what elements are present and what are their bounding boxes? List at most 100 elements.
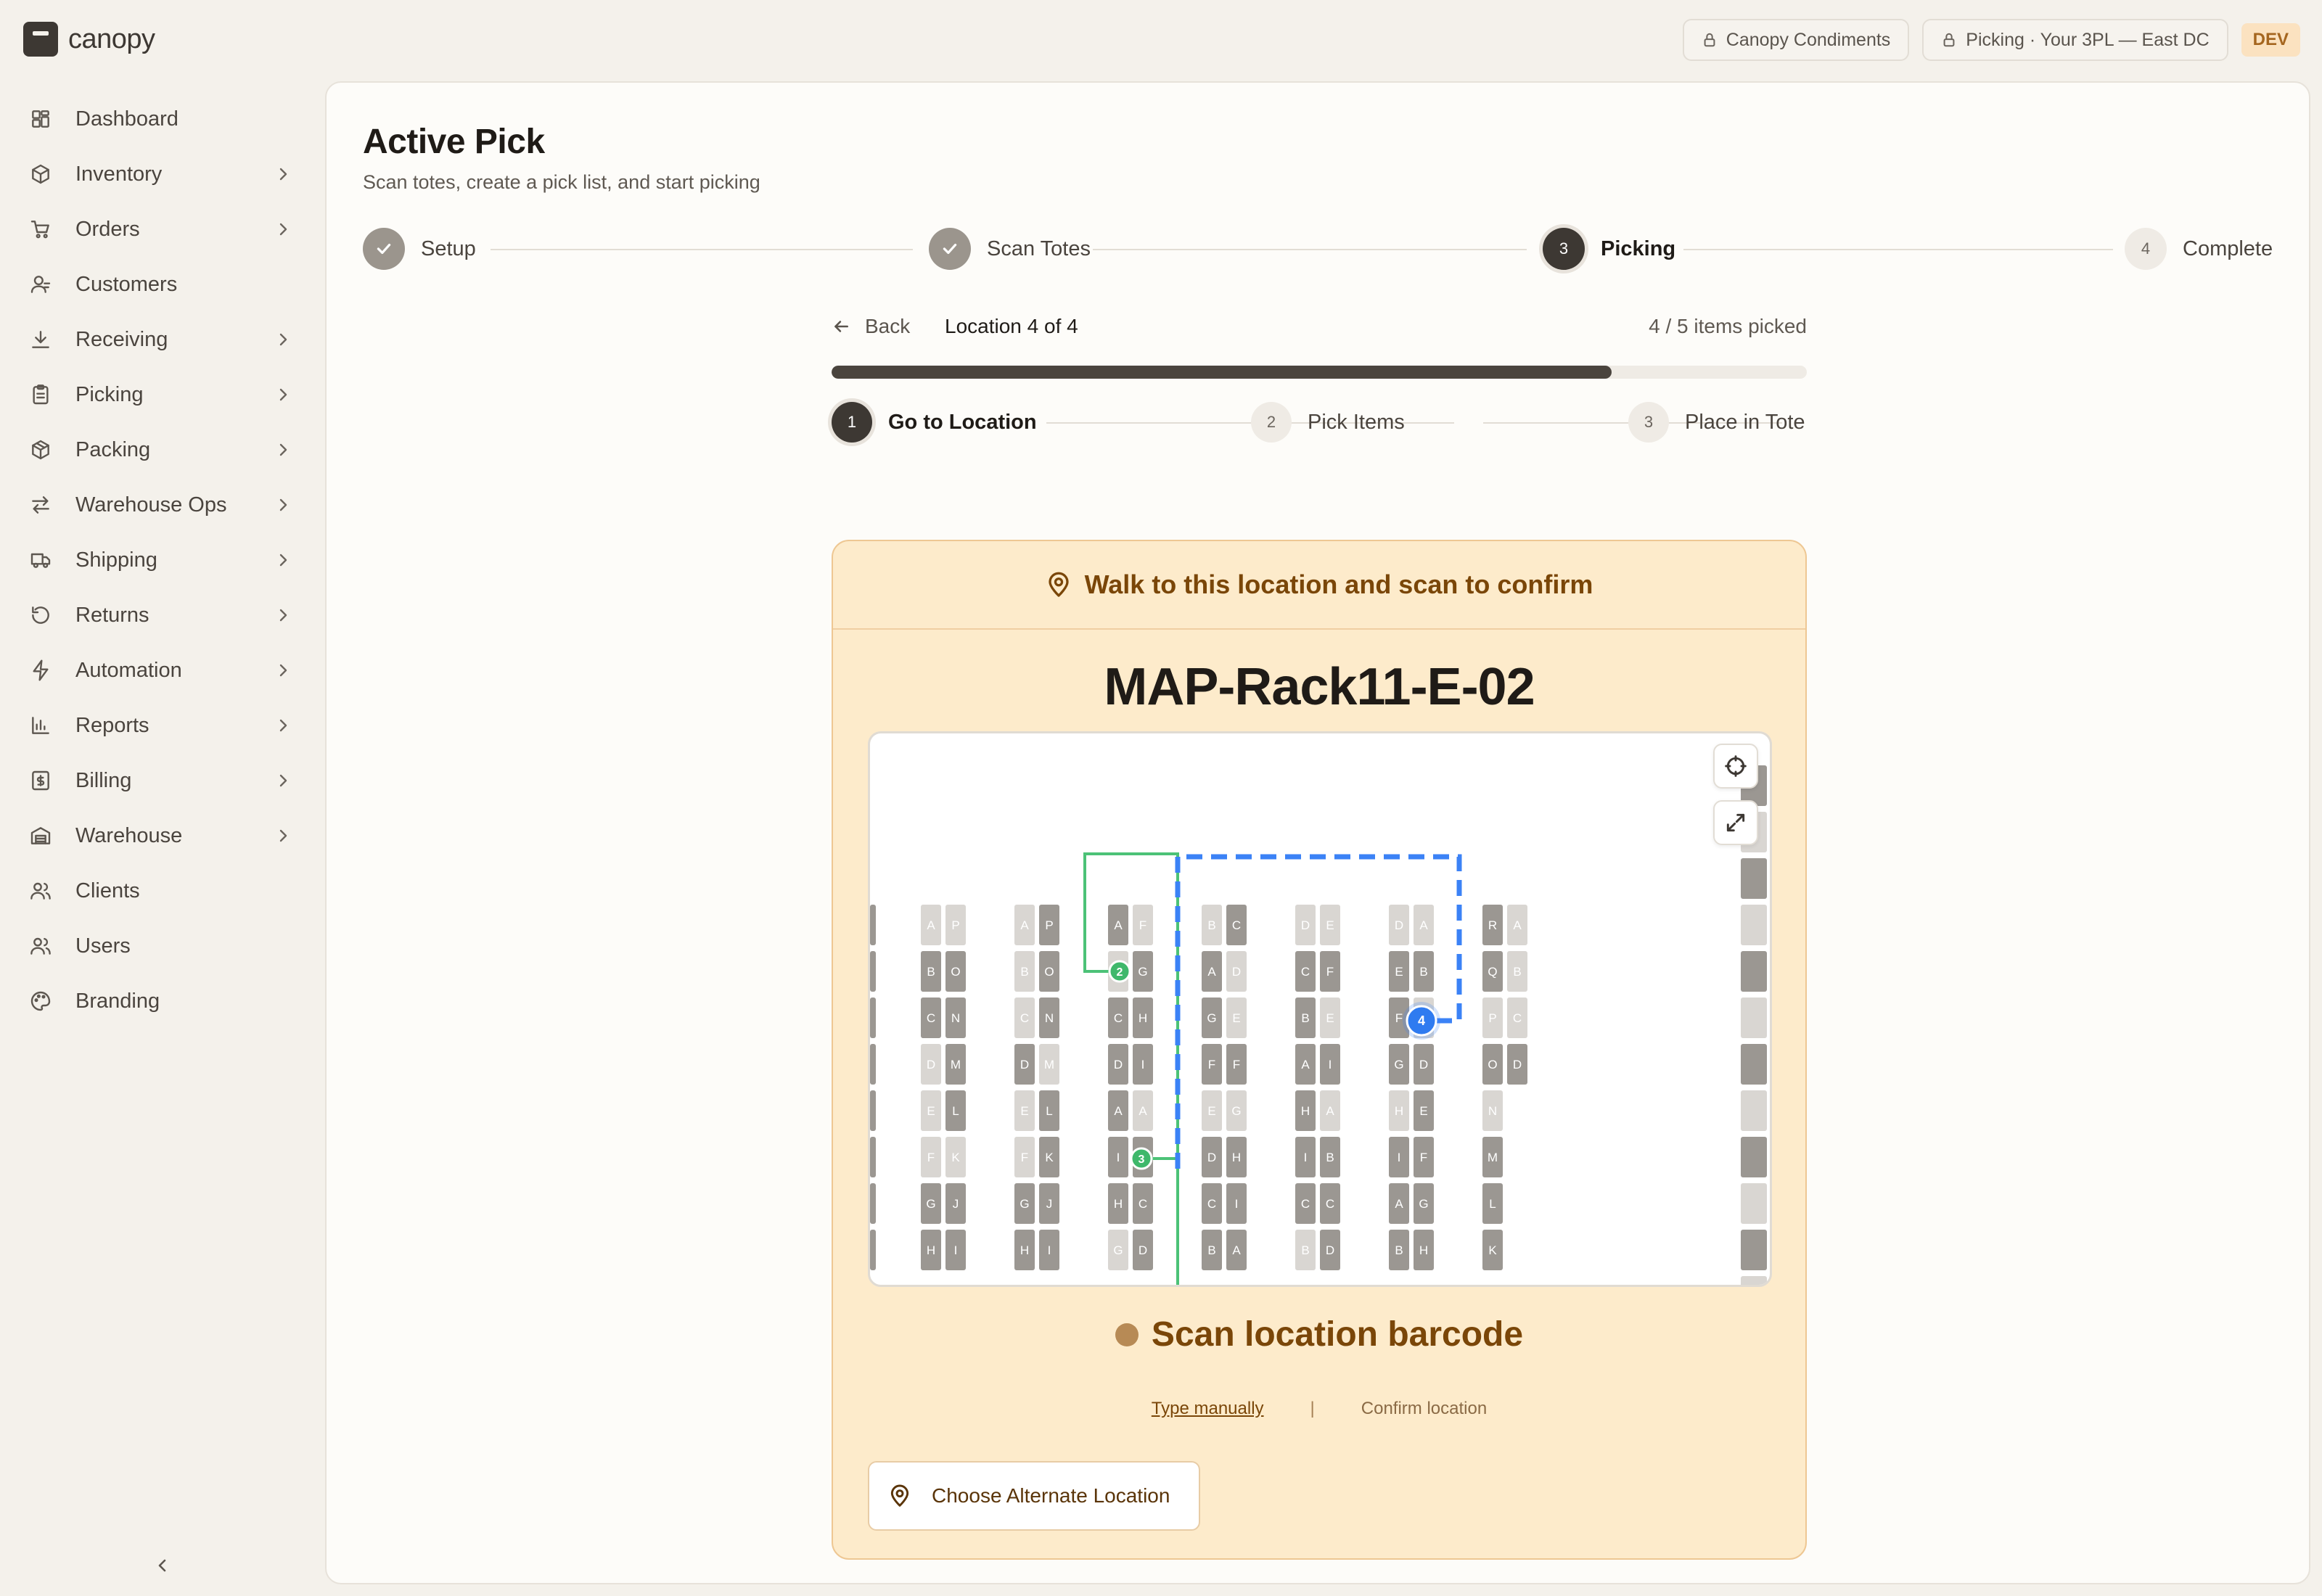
step-label: Scan Totes bbox=[987, 236, 1091, 260]
bin-label: D bbox=[1326, 1243, 1334, 1257]
back-button[interactable]: Back bbox=[832, 315, 910, 338]
choose-alternate-location-button[interactable]: Choose Alternate Location bbox=[868, 1461, 1200, 1531]
bin-label: A bbox=[1139, 1104, 1147, 1118]
chevron-right-icon bbox=[274, 717, 292, 734]
bin-label: E bbox=[927, 1104, 935, 1118]
bin-label: I bbox=[1329, 1058, 1332, 1071]
sidebar-item-shipping[interactable]: Shipping bbox=[20, 532, 303, 588]
bin-label: G bbox=[1231, 1104, 1241, 1118]
sidebar-item-reports[interactable]: Reports bbox=[20, 698, 303, 753]
bin-label: B bbox=[1207, 918, 1215, 932]
check-icon bbox=[377, 243, 391, 255]
bin-label: B bbox=[1326, 1151, 1334, 1164]
sidebar-item-receiving[interactable]: Receiving bbox=[20, 312, 303, 367]
box-icon bbox=[28, 161, 54, 187]
step-number: 4 bbox=[2125, 228, 2167, 270]
substep-pick-items: 2 Pick Items bbox=[1251, 402, 1405, 443]
sidebar-item-label: Automation bbox=[75, 658, 182, 682]
bin-label: L bbox=[1046, 1104, 1052, 1118]
location-counter: Location 4 of 4 bbox=[945, 315, 1078, 337]
scan-actions: Type manually | Confirm location bbox=[833, 1399, 1805, 1419]
warehouse-map-canvas[interactable]: A B C D E F G H P O N M L K J I A B C D E F G H P O N M L K J I A C D A I H G F… bbox=[870, 733, 1770, 1285]
bin-label: K bbox=[951, 1151, 960, 1164]
bin-label: C bbox=[927, 1011, 935, 1025]
warehouse-icon bbox=[28, 823, 54, 849]
step-number: 3 bbox=[1543, 228, 1585, 270]
sidebar-item-billing[interactable]: Billing bbox=[20, 753, 303, 808]
bin-label: F bbox=[1139, 918, 1146, 932]
sidebar-item-customers[interactable]: Customers bbox=[20, 257, 303, 312]
bin-label: O bbox=[951, 965, 960, 979]
package-icon bbox=[28, 437, 54, 463]
env-badge: DEV bbox=[2241, 23, 2300, 57]
substep-go-to-location: 1 Go to Location bbox=[832, 402, 1037, 443]
page-title: Active Pick bbox=[363, 123, 545, 161]
bin-label: G bbox=[1138, 965, 1147, 979]
sidebar-item-inventory[interactable]: Inventory bbox=[20, 147, 303, 202]
bin-label: C bbox=[1326, 1197, 1334, 1211]
step-picking: 3 Picking bbox=[1543, 228, 1675, 270]
bin-label: L bbox=[952, 1104, 959, 1118]
brand-name: canopy bbox=[68, 23, 155, 54]
client-selector[interactable]: Canopy Condiments bbox=[1682, 19, 1910, 61]
step-connector bbox=[491, 249, 913, 250]
bin-label: A bbox=[1114, 918, 1123, 932]
bin-label: C bbox=[1301, 1197, 1310, 1211]
bin-label: A bbox=[1020, 918, 1029, 932]
warehouse-map[interactable]: A B C D E F G H P O N M L K J I A B C D E F G H P O N M L K J I A C D A I H G F… bbox=[868, 731, 1772, 1287]
brand-logo[interactable]: canopy bbox=[23, 22, 155, 57]
route-stop-number: 3 bbox=[1139, 1153, 1145, 1166]
bin-label: C bbox=[1114, 1011, 1123, 1025]
pick-panel: Back Location 4 of 4 4 / 5 items picked … bbox=[832, 309, 1807, 1560]
sidebar-item-label: Warehouse Ops bbox=[75, 493, 227, 517]
rack-bin bbox=[1741, 1090, 1767, 1131]
bin-label: F bbox=[1395, 1011, 1403, 1025]
check-icon bbox=[943, 243, 957, 255]
map-pin-icon bbox=[890, 1484, 909, 1507]
items-picked-count: 4 / 5 items picked bbox=[1649, 315, 1807, 337]
sidebar-item-orders[interactable]: Orders bbox=[20, 202, 303, 257]
sidebar-item-dashboard[interactable]: Dashboard bbox=[20, 91, 303, 147]
chevron-right-icon bbox=[274, 496, 292, 514]
bin-label: A bbox=[1395, 1197, 1403, 1211]
type-manually-link[interactable]: Type manually bbox=[1152, 1399, 1264, 1419]
main-content: Active Pick Scan totes, create a pick li… bbox=[325, 81, 2310, 1584]
substep-label: Place in Tote bbox=[1685, 410, 1805, 434]
confirm-location-link[interactable]: Confirm location bbox=[1361, 1399, 1487, 1419]
sidebar-item-warehouse[interactable]: Warehouse bbox=[20, 808, 303, 863]
sidebar-item-returns[interactable]: Returns bbox=[20, 588, 303, 643]
back-label: Back bbox=[865, 315, 911, 337]
bin-label: B bbox=[1301, 1243, 1309, 1257]
sidebar-item-automation[interactable]: Automation bbox=[20, 643, 303, 698]
rack-bin bbox=[1741, 858, 1767, 899]
sidebar-item-label: Receiving bbox=[75, 327, 168, 351]
sidebar-item-picking[interactable]: Picking bbox=[20, 367, 303, 422]
sidebar-item-label: Returns bbox=[75, 603, 149, 627]
sidebar-item-branding[interactable]: Branding bbox=[20, 974, 303, 1029]
bolt-icon bbox=[28, 657, 54, 683]
rack-bin bbox=[870, 1137, 876, 1177]
bin-label: H bbox=[1419, 1243, 1428, 1257]
bin-label: N bbox=[1488, 1104, 1497, 1118]
sidebar-item-clients[interactable]: Clients bbox=[20, 863, 303, 918]
bin-label: C bbox=[1232, 918, 1241, 932]
bin-label: F bbox=[927, 1151, 935, 1164]
bin-label: A bbox=[1207, 965, 1216, 979]
expand-map-button[interactable] bbox=[1713, 800, 1758, 845]
substep-number: 1 bbox=[832, 402, 872, 443]
recenter-map-button[interactable] bbox=[1713, 744, 1758, 789]
chevron-right-icon bbox=[274, 662, 292, 679]
bin-label: H bbox=[1114, 1197, 1123, 1211]
substep-label: Go to Location bbox=[888, 410, 1037, 434]
truck-icon bbox=[28, 547, 54, 573]
sidebar-item-packing[interactable]: Packing bbox=[20, 422, 303, 477]
sidebar-item-warehouse-ops[interactable]: Warehouse Ops bbox=[20, 477, 303, 532]
substep-place-in-tote: 3 Place in Tote bbox=[1628, 402, 1805, 443]
route-stop-number: 2 bbox=[1117, 966, 1123, 979]
sidebar-item-users[interactable]: Users bbox=[20, 918, 303, 974]
bin-label: B bbox=[927, 965, 935, 979]
location-code: MAP-Rack11-E-02 bbox=[1104, 658, 1535, 716]
collapse-sidebar-button[interactable] bbox=[151, 1554, 174, 1577]
bin-label: H bbox=[1301, 1104, 1310, 1118]
context-selector[interactable]: Picking · Your 3PL — East DC bbox=[1922, 19, 2228, 61]
